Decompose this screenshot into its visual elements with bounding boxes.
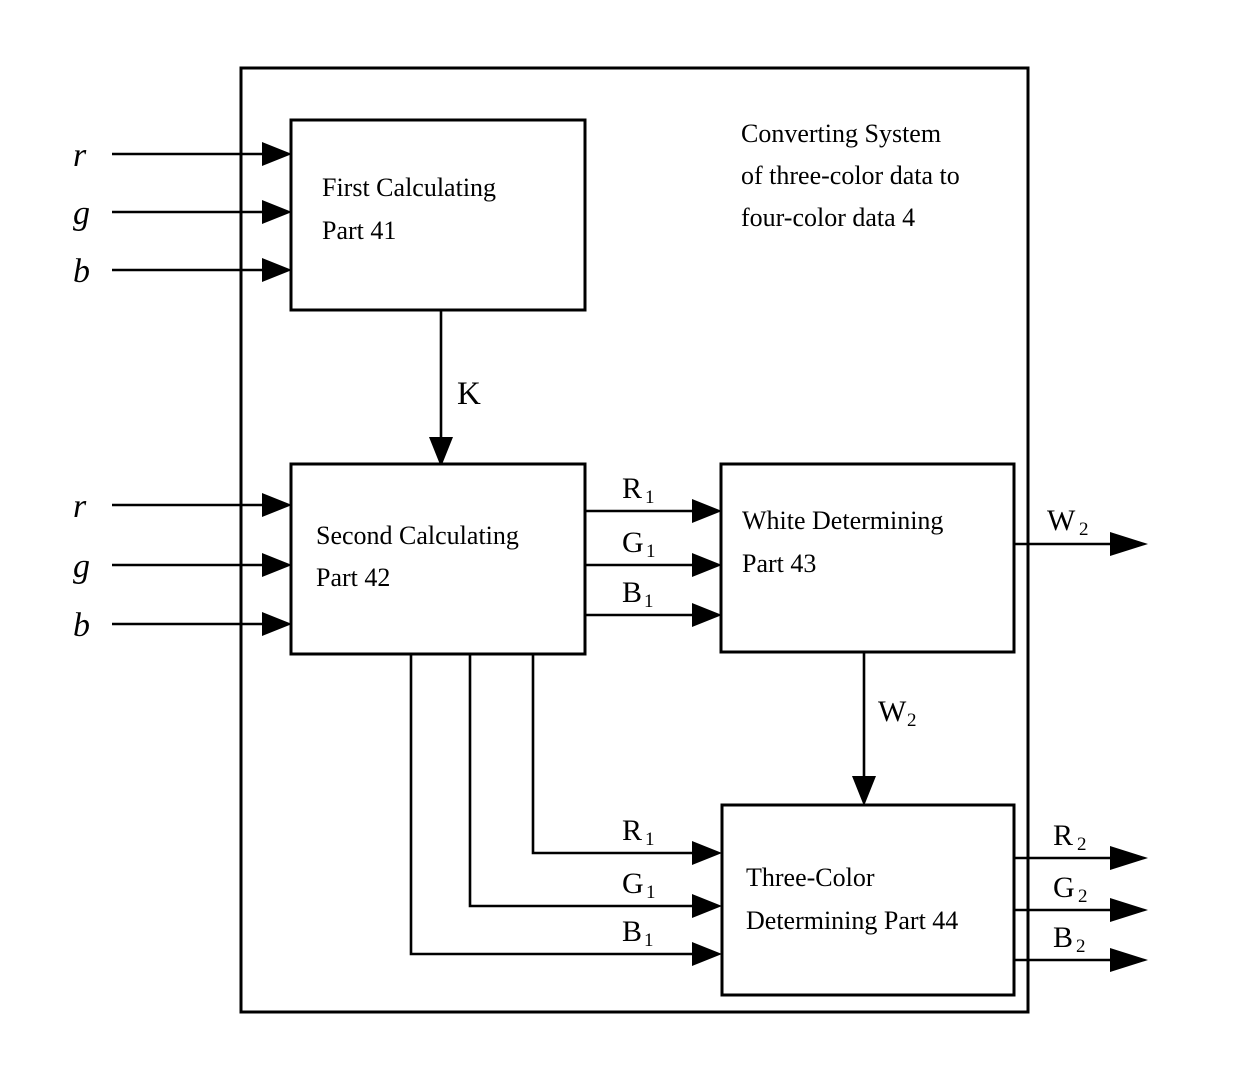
signal-label-g1-lower: G 1 <box>622 867 656 903</box>
first-calculating-part-line2: Part 41 <box>322 216 396 245</box>
input-label-r-mid: r <box>73 488 87 525</box>
svg-text:G: G <box>622 867 644 900</box>
w2-internal-wire <box>852 652 876 806</box>
three-color-determining-part-line1: Three-Color <box>746 863 875 892</box>
input-wires-mid <box>112 493 292 636</box>
svg-text:B: B <box>1053 921 1073 954</box>
system-label-line2: of three-color data to <box>741 161 960 190</box>
svg-text:2: 2 <box>1078 886 1088 907</box>
input-label-g-mid: g <box>73 548 90 585</box>
wires-second-to-threecolor <box>409 654 722 966</box>
svg-text:R: R <box>622 814 642 847</box>
svg-text:R: R <box>1053 819 1073 852</box>
input-label-g-top: g <box>73 195 90 232</box>
signal-label-g1-upper: G 1 <box>622 526 656 562</box>
svg-text:W: W <box>878 695 907 728</box>
diagram-canvas: r g b First Calculating Part 41 Converti… <box>73 66 1148 1014</box>
svg-text:1: 1 <box>644 930 654 951</box>
signal-label-b2-output: B 2 <box>1053 921 1086 957</box>
first-calculating-part-line1: First Calculating <box>322 173 496 202</box>
svg-text:2: 2 <box>907 710 917 731</box>
signal-label-w2-internal: W 2 <box>878 695 917 731</box>
svg-text:2: 2 <box>1077 834 1087 855</box>
svg-text:1: 1 <box>644 591 654 612</box>
svg-text:B: B <box>622 576 642 609</box>
second-calculating-part-line2: Part 42 <box>316 563 390 592</box>
svg-text:1: 1 <box>645 829 655 850</box>
first-calculating-part-box[interactable] <box>289 118 587 312</box>
input-label-r-top: r <box>73 137 87 174</box>
svg-text:2: 2 <box>1079 519 1089 540</box>
system-label-line1: Converting System <box>741 119 941 148</box>
three-color-determining-part-line2: Determining Part 44 <box>746 906 958 935</box>
second-calculating-part-line1: Second Calculating <box>316 521 519 550</box>
input-wires-top <box>112 142 292 282</box>
svg-text:G: G <box>1053 871 1075 904</box>
signal-label-w2-output: W 2 <box>1047 504 1089 540</box>
signal-label-g2-output: G 2 <box>1053 871 1088 907</box>
svg-text:2: 2 <box>1076 936 1086 957</box>
white-determining-part-line2: Part 43 <box>742 549 816 578</box>
white-determining-part-line1: White Determining <box>742 506 943 535</box>
svg-text:W: W <box>1047 504 1076 537</box>
svg-text:R: R <box>622 472 642 505</box>
svg-text:1: 1 <box>645 487 655 508</box>
svg-text:G: G <box>622 526 644 559</box>
svg-text:1: 1 <box>646 541 656 562</box>
signal-label-b1-upper: B 1 <box>622 576 654 612</box>
wires-second-to-white <box>585 499 722 627</box>
signal-label-k: K <box>457 376 481 412</box>
svg-text:1: 1 <box>646 882 656 903</box>
k-signal-wire <box>429 310 453 467</box>
system-label-line3: four-color data 4 <box>741 203 915 232</box>
input-label-b-mid: b <box>73 607 90 644</box>
signal-label-b1-lower: B 1 <box>622 915 654 951</box>
signal-label-r1-lower: R 1 <box>622 814 655 850</box>
input-label-b-top: b <box>73 253 90 290</box>
svg-text:B: B <box>622 915 642 948</box>
second-calculating-part-box[interactable] <box>289 462 587 656</box>
signal-label-r1-upper: R 1 <box>622 472 655 508</box>
three-color-determining-part-box[interactable] <box>720 803 1016 997</box>
signal-label-r2-output: R 2 <box>1053 819 1087 855</box>
block-diagram: r g b First Calculating Part 41 Converti… <box>0 0 1240 1089</box>
